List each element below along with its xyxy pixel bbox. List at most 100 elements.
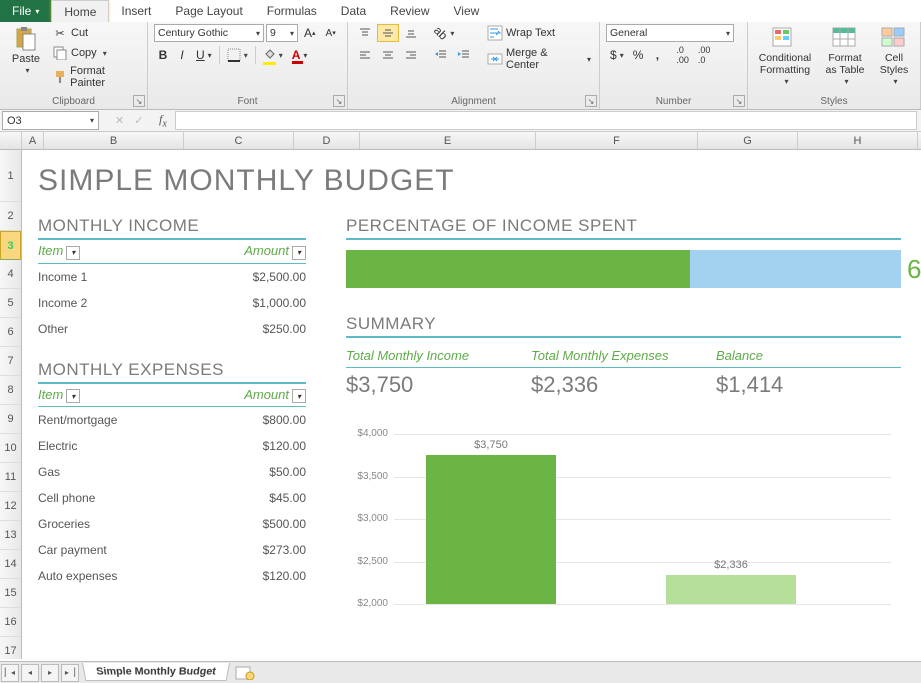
cell-styles-button[interactable]: Cell Styles▾	[874, 24, 914, 88]
fx-icon[interactable]: fx	[159, 112, 167, 129]
row-header[interactable]: 6	[0, 318, 21, 347]
worksheet[interactable]: SIMPLE MONTHLY BUDGET MONTHLY INCOME Ite…	[22, 150, 921, 659]
row-header[interactable]: 7	[0, 347, 21, 376]
filter-button[interactable]: ▾	[292, 246, 306, 260]
sheet-nav-last[interactable]: ▸▕	[61, 664, 79, 682]
summary-value-expenses: $2,336	[531, 372, 716, 398]
table-row[interactable]: Rent/mortgage$800.00	[38, 407, 306, 433]
enter-icon: ✓	[134, 114, 143, 127]
table-row[interactable]: Cell phone$45.00	[38, 485, 306, 511]
tab-review[interactable]: Review	[378, 0, 441, 22]
row-header[interactable]: 9	[0, 405, 21, 434]
table-row[interactable]: Gas$50.00	[38, 459, 306, 485]
pct-heading: PERCENTAGE OF INCOME SPENT	[346, 216, 901, 240]
comma-button[interactable]: ,	[648, 46, 666, 64]
paste-button[interactable]: Paste▾	[6, 24, 46, 77]
align-left-button[interactable]	[354, 46, 376, 64]
row-header[interactable]: 15	[0, 579, 21, 608]
table-row[interactable]: Groceries$500.00	[38, 511, 306, 537]
formula-input[interactable]	[175, 111, 917, 130]
orientation-button[interactable]: ab▾	[430, 24, 458, 42]
row-header[interactable]: 1	[0, 150, 21, 202]
align-top-button[interactable]	[354, 24, 376, 42]
merge-center-button[interactable]: Merge & Center▾	[485, 46, 593, 72]
copy-button[interactable]: Copy▾	[50, 44, 141, 62]
cut-button[interactable]: ✂Cut	[50, 24, 141, 42]
italic-button[interactable]: I	[173, 46, 191, 64]
table-row[interactable]: Car payment$273.00	[38, 537, 306, 563]
underline-button[interactable]: U▾	[192, 46, 216, 64]
font-launcher[interactable]: ↘	[333, 95, 345, 107]
table-row[interactable]: Income 1$2,500.00	[38, 264, 306, 290]
row-header[interactable]: 14	[0, 550, 21, 579]
tab-home[interactable]: Home	[51, 0, 109, 22]
increase-indent-button[interactable]	[453, 46, 475, 64]
table-row[interactable]: Auto expenses$120.00	[38, 563, 306, 589]
table-row[interactable]: Other$250.00	[38, 316, 306, 342]
clipboard-launcher[interactable]: ↘	[133, 95, 145, 107]
name-box[interactable]: O3▾	[2, 111, 99, 130]
col-header[interactable]: A	[22, 132, 44, 149]
fill-color-button[interactable]: ▾	[259, 46, 287, 64]
percent-button[interactable]: %	[629, 46, 648, 64]
col-header[interactable]: F	[536, 132, 698, 149]
format-as-table-button[interactable]: Format as Table▾	[820, 24, 870, 88]
font-color-button[interactable]: A▾	[288, 46, 312, 64]
row-header[interactable]: 10	[0, 434, 21, 463]
align-right-button[interactable]	[400, 46, 422, 64]
row-header[interactable]: 13	[0, 521, 21, 550]
font-size-select[interactable]: 9▾	[266, 24, 298, 42]
table-row[interactable]: Electric$120.00	[38, 433, 306, 459]
currency-button[interactable]: $▾	[606, 46, 628, 64]
col-header[interactable]: H	[798, 132, 918, 149]
align-center-button[interactable]	[377, 46, 399, 64]
sheet-nav-prev[interactable]: ◂	[21, 664, 39, 682]
align-bottom-button[interactable]	[400, 24, 422, 42]
wrap-icon	[487, 25, 503, 41]
number-launcher[interactable]: ↘	[733, 95, 745, 107]
new-sheet-button[interactable]	[234, 665, 256, 681]
col-header[interactable]: G	[698, 132, 798, 149]
col-header[interactable]: D	[294, 132, 360, 149]
bold-button[interactable]: B	[154, 46, 172, 64]
row-header[interactable]: 11	[0, 463, 21, 492]
format-painter-button[interactable]: Format Painter	[50, 64, 141, 90]
font-name-select[interactable]: Century Gothic▾	[154, 24, 264, 42]
alignment-launcher[interactable]: ↘	[585, 95, 597, 107]
row-header[interactable]: 16	[0, 608, 21, 637]
decrease-decimal-button[interactable]: .00.0	[694, 46, 715, 64]
col-header[interactable]: B	[44, 132, 184, 149]
sheet-nav-next[interactable]: ▸	[41, 664, 59, 682]
number-format-select[interactable]: General▾	[606, 24, 734, 42]
row-header[interactable]: 8	[0, 376, 21, 405]
align-middle-button[interactable]	[377, 24, 399, 42]
col-header[interactable]: C	[184, 132, 294, 149]
filter-button[interactable]: ▾	[66, 246, 80, 260]
grow-font-button[interactable]: A▴	[300, 24, 320, 42]
tab-insert[interactable]: Insert	[109, 0, 163, 22]
row-header[interactable]: 17	[0, 637, 21, 659]
select-all-corner[interactable]	[0, 132, 22, 149]
tab-page-layout[interactable]: Page Layout	[163, 0, 254, 22]
row-header[interactable]: 4	[0, 260, 21, 289]
wrap-text-button[interactable]: Wrap Text	[485, 24, 593, 42]
table-row[interactable]: Income 2$1,000.00	[38, 290, 306, 316]
conditional-formatting-button[interactable]: Conditional Formatting▾	[754, 24, 816, 88]
sheet-nav-first[interactable]: ▏◂	[1, 664, 19, 682]
col-header[interactable]: E	[360, 132, 536, 149]
shrink-font-button[interactable]: A▾	[322, 24, 340, 42]
border-button[interactable]: ▾	[223, 46, 252, 64]
decrease-indent-button[interactable]	[430, 46, 452, 64]
tab-view[interactable]: View	[442, 0, 492, 22]
tab-data[interactable]: Data	[329, 0, 378, 22]
file-tab[interactable]: File▾	[0, 0, 51, 22]
row-header[interactable]: 2	[0, 202, 21, 231]
sheet-tab[interactable]: Simple Monthly Budget	[82, 663, 230, 681]
filter-button[interactable]: ▾	[66, 389, 80, 403]
filter-button[interactable]: ▾	[292, 389, 306, 403]
row-header[interactable]: 12	[0, 492, 21, 521]
row-header[interactable]: 3	[0, 231, 21, 260]
increase-decimal-button[interactable]: .0.00	[672, 46, 693, 64]
row-header[interactable]: 5	[0, 289, 21, 318]
tab-formulas[interactable]: Formulas	[255, 0, 329, 22]
